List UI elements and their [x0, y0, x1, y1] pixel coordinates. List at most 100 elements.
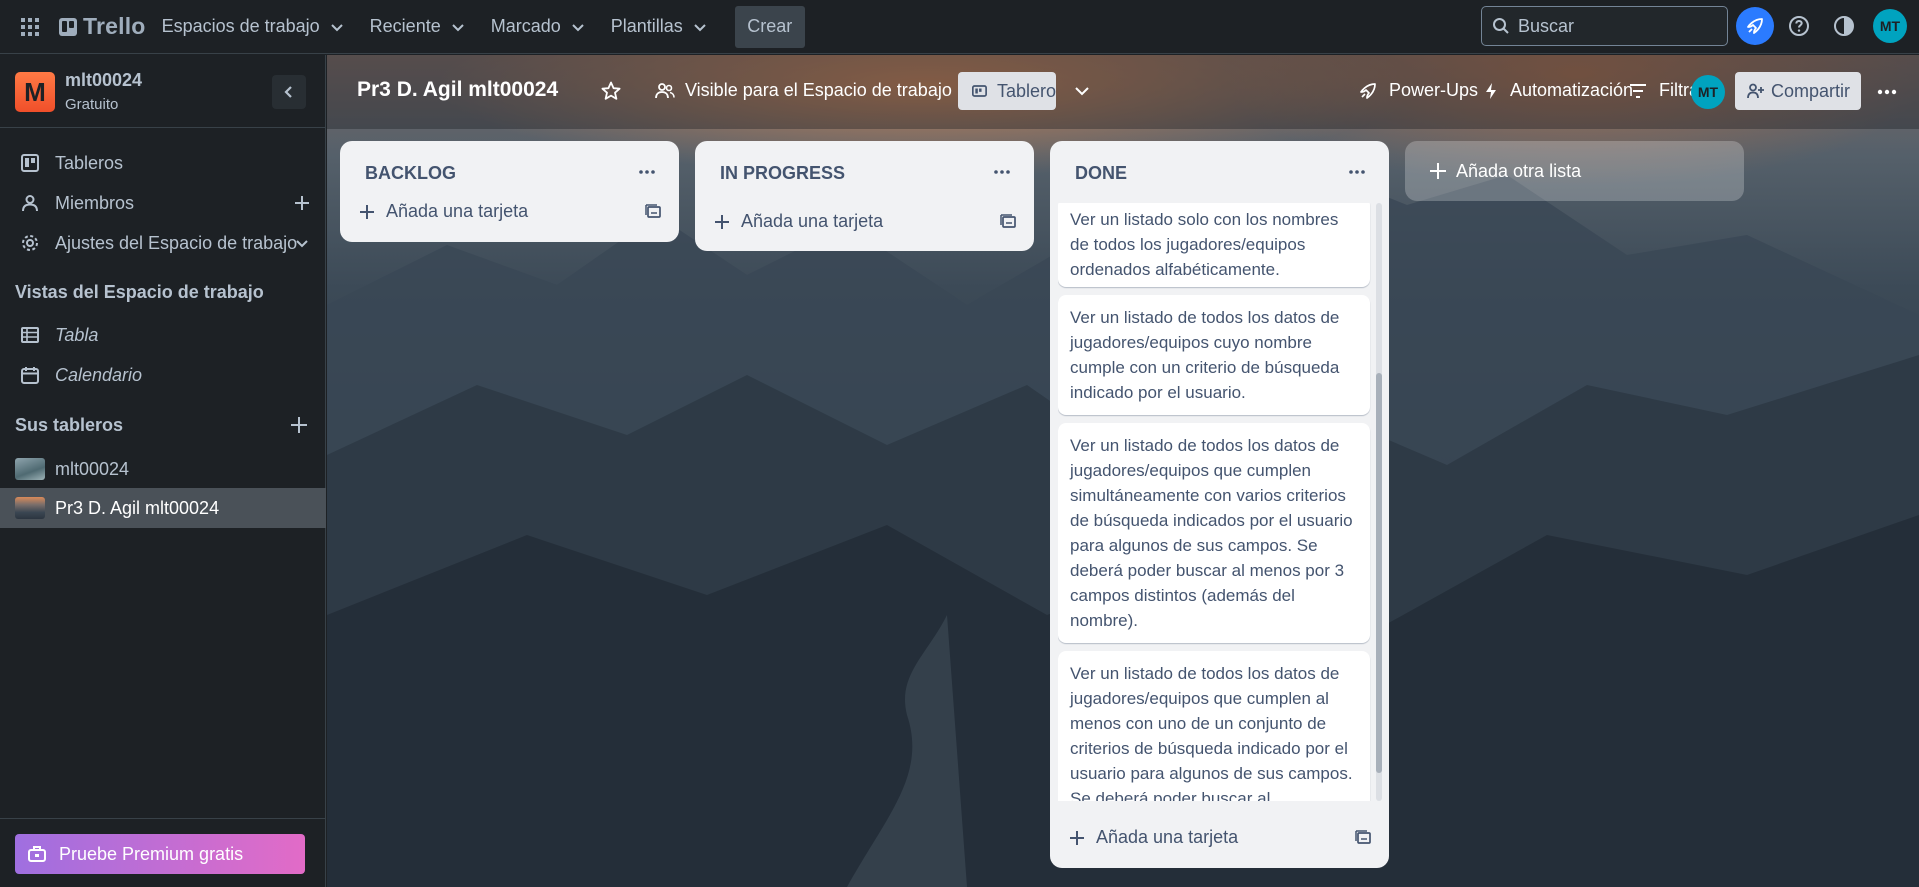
card[interactable]: Ver un listado de todos los datos de jug…	[1058, 651, 1370, 801]
visibility-button[interactable]: Visible para el Espacio de trabajo	[655, 80, 952, 101]
cards-container: Ver un listado solo con los nombres de t…	[1058, 203, 1378, 801]
sidebar-item-label: Miembros	[55, 192, 135, 213]
view-label: Tablero	[996, 80, 1056, 101]
table-icon	[20, 325, 40, 345]
user-avatar[interactable]: MT	[1873, 9, 1907, 43]
card-text: Ver un listado de todos los datos de jug…	[1070, 664, 1353, 801]
app-switcher-icon[interactable]	[15, 12, 45, 42]
card[interactable]: Ver un listado de todos los datos de jug…	[1058, 423, 1370, 643]
sidebar-item-settings[interactable]: Ajustes del Espacio de trabajo	[0, 223, 326, 263]
add-card-label: Añada una tarjeta	[741, 211, 884, 231]
list-title[interactable]: IN PROGRESS	[720, 163, 845, 184]
sidebar-item-label: Tableros	[55, 152, 124, 173]
person-icon	[20, 193, 40, 213]
board-member-avatar[interactable]: MT	[1691, 75, 1725, 109]
board-view-icon	[972, 85, 987, 97]
list-menu-icon[interactable]	[985, 155, 1019, 189]
menu-templates[interactable]: Plantillas	[601, 9, 717, 45]
sidebar-board-label: mlt00024	[55, 458, 130, 479]
lightning-icon	[1486, 82, 1496, 99]
help-icon[interactable]	[1780, 7, 1818, 45]
boards-heading: Sus tableros	[15, 415, 124, 435]
trello-logo-icon	[59, 17, 77, 36]
add-card-button[interactable]: Añada una tarjeta	[360, 201, 528, 222]
calendar-icon	[20, 365, 40, 385]
search-input[interactable]	[1518, 15, 1708, 37]
automation-label: Automatización	[1510, 80, 1634, 100]
views-heading: Vistas del Espacio de trabajo	[15, 282, 264, 302]
add-card-label: Añada una tarjeta	[1096, 827, 1239, 847]
logo-text: Trello	[83, 13, 146, 39]
board-title[interactable]: Pr3 D. Agil mlt00024	[357, 78, 558, 102]
trello-logo[interactable]: Trello	[59, 11, 146, 43]
sidebar-item-members[interactable]: Miembros	[0, 183, 326, 223]
board-thumbnail	[15, 497, 45, 519]
menu-templates-label: Plantillas	[610, 16, 683, 36]
try-premium-button[interactable]: Pruebe Premium gratis	[15, 834, 305, 874]
sidebar-item-boards[interactable]: Tableros	[0, 143, 326, 183]
theme-toggle-icon[interactable]	[1825, 7, 1863, 45]
divider	[0, 818, 326, 819]
card[interactable]: Ver un listado de todos los datos de jug…	[1058, 295, 1370, 415]
add-card-button[interactable]: Añada una tarjeta	[715, 211, 883, 232]
board-thumbnail	[15, 458, 45, 480]
plus-icon	[715, 214, 729, 229]
scrollbar-track[interactable]	[1376, 203, 1382, 801]
list-menu-icon[interactable]	[1340, 155, 1374, 189]
list-menu-icon[interactable]	[630, 155, 664, 189]
chevron-down-icon	[330, 23, 343, 31]
workspace-sidebar: M mlt00024 Gratuito Tableros Miembros Aj…	[0, 55, 326, 887]
create-board-plus-icon[interactable]	[290, 416, 308, 434]
add-card-label: Añada una tarjeta	[386, 201, 529, 221]
add-person-icon	[1747, 83, 1764, 99]
notifications-rocket-icon[interactable]	[1736, 7, 1774, 45]
card-template-icon[interactable]	[997, 211, 1019, 233]
add-card-button[interactable]: Añada una tarjeta	[1070, 827, 1238, 848]
power-ups-label: Power-Ups	[1389, 80, 1479, 100]
filter-icon	[1630, 83, 1646, 98]
card[interactable]: Ver un listado solo con los nombres de t…	[1058, 203, 1370, 287]
people-icon	[655, 82, 675, 98]
list-backlog: BACKLOG Añada una tarjeta	[340, 141, 679, 242]
card-template-icon[interactable]	[1352, 827, 1374, 849]
view-switcher-board[interactable]: Tablero	[958, 72, 1056, 110]
sidebar-board-pr3[interactable]: Pr3 D. Agil mlt00024	[0, 488, 326, 528]
create-button[interactable]: Crear	[734, 5, 805, 48]
collapse-sidebar-button[interactable]	[272, 75, 306, 109]
share-button[interactable]: Compartir	[1735, 72, 1861, 110]
chevron-down-icon	[572, 23, 584, 31]
menu-recent-label: Reciente	[369, 16, 441, 36]
plus-icon	[1430, 163, 1446, 179]
workspace-name[interactable]: mlt00024	[65, 70, 142, 91]
search-icon	[1493, 18, 1509, 34]
search-box[interactable]	[1481, 6, 1728, 46]
menu-recent[interactable]: Reciente	[360, 9, 475, 45]
more-options-icon[interactable]	[1870, 75, 1904, 109]
workspace-logo[interactable]: M	[15, 72, 55, 112]
sidebar-view-table[interactable]: Tabla	[0, 315, 326, 355]
add-list-button[interactable]: Añada otra lista	[1405, 141, 1744, 201]
add-list-label: Añada otra lista	[1456, 160, 1582, 181]
sidebar-view-label: Calendario	[55, 364, 143, 385]
sidebar-item-label: Ajustes del Espacio de trabajo	[55, 232, 298, 253]
sidebar-view-calendar[interactable]: Calendario	[0, 355, 326, 395]
sidebar-board-mlt00024[interactable]: mlt00024	[0, 449, 326, 489]
add-member-plus-icon[interactable]	[292, 193, 312, 213]
share-label: Compartir	[1771, 80, 1851, 101]
power-ups-button[interactable]: Power-Ups	[1359, 80, 1478, 101]
menu-starred[interactable]: Marcado	[481, 9, 595, 45]
view-options-chevron-icon[interactable]	[1064, 73, 1100, 109]
list-title[interactable]: DONE	[1075, 163, 1127, 184]
card-text: Ver un listado de todos los datos de jug…	[1070, 436, 1353, 630]
star-icon[interactable]	[601, 81, 621, 101]
card-template-icon[interactable]	[642, 201, 664, 223]
list-title[interactable]: BACKLOG	[365, 163, 456, 184]
menu-workspaces-label: Espacios de trabajo	[161, 16, 320, 36]
menu-workspaces[interactable]: Espacios de trabajo	[152, 9, 354, 45]
chevron-left-icon	[284, 86, 292, 98]
board-header: Pr3 D. Agil mlt00024 Visible para el Esp…	[327, 55, 1919, 129]
gear-icon	[20, 233, 40, 253]
scrollbar-thumb[interactable]	[1376, 373, 1382, 773]
chevron-down-icon[interactable]	[292, 233, 312, 253]
automation-button[interactable]: Automatización	[1484, 80, 1633, 101]
